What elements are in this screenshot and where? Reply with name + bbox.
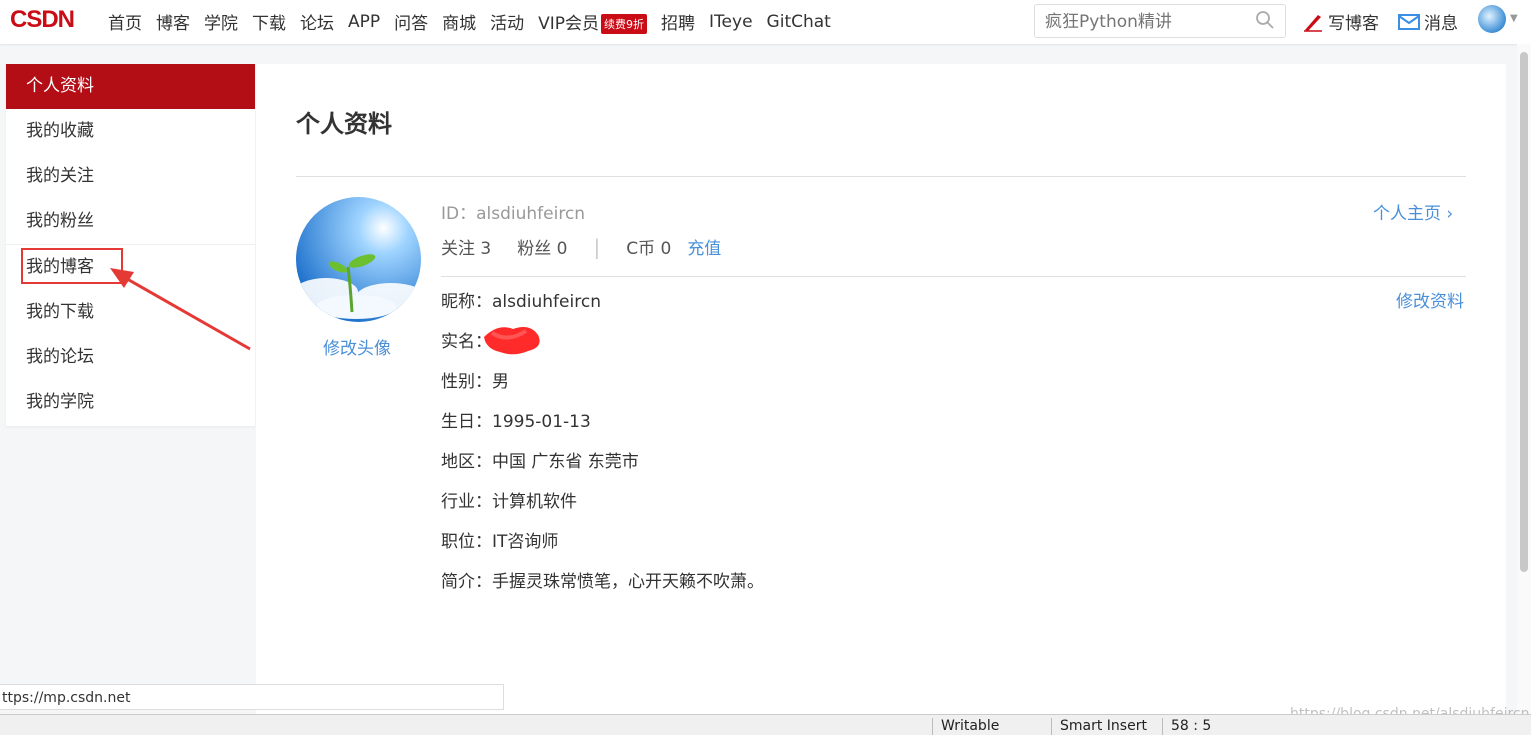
- sidebar-item-following[interactable]: 我的关注: [6, 154, 255, 199]
- editor-status-bar: Writable Smart Insert 58 : 5: [0, 714, 1531, 735]
- user-avatar[interactable]: [1478, 5, 1506, 33]
- chevron-down-icon[interactable]: ▼: [1510, 13, 1518, 24]
- edit-avatar-link[interactable]: 修改头像: [323, 334, 391, 359]
- pen-icon: [1304, 14, 1322, 32]
- personal-homepage-link[interactable]: 个人主页 ›: [1373, 199, 1453, 224]
- nav-item-iteye[interactable]: ITeye: [709, 12, 753, 32]
- title-divider: [296, 176, 1466, 177]
- vip-discount-badge: 续费9折: [601, 14, 648, 34]
- write-blog-button[interactable]: 写博客: [1302, 9, 1379, 34]
- link-status-bar: ttps://mp.csdn.net: [0, 684, 504, 710]
- sidebar-menu: 个人资料 我的收藏 我的关注 我的粉丝 我的博客 我的下载 我的论坛 我的学院: [6, 64, 255, 426]
- recharge-link[interactable]: 充值: [687, 234, 721, 259]
- field-industry: 行业：计算机软件: [441, 492, 577, 512]
- nav-item-vip[interactable]: VIP会员 续费9折: [538, 9, 648, 34]
- messages-label: 消息: [1424, 14, 1458, 34]
- fans-count[interactable]: 粉丝 0: [517, 234, 567, 259]
- sidebar-item-academy[interactable]: 我的学院: [6, 380, 255, 425]
- field-position: 职位：IT咨询师: [441, 532, 559, 552]
- nav-item-jobs[interactable]: 招聘: [661, 9, 695, 34]
- search-input[interactable]: [1043, 7, 1247, 37]
- nav-item-forum[interactable]: 论坛: [300, 9, 334, 34]
- messages-button[interactable]: 消息: [1398, 9, 1458, 34]
- nav-item-vip-label: VIP会员: [538, 14, 600, 34]
- search-box: [1034, 4, 1286, 38]
- field-region: 地区：中国 广东省 东莞市: [441, 452, 639, 472]
- csdn-logo[interactable]: CSDN: [10, 6, 75, 34]
- sidebar-item-favorites[interactable]: 我的收藏: [6, 109, 255, 154]
- user-stats: 关注 3 粉丝 0 | C币 0 充值: [441, 234, 721, 260]
- stats-separator: |: [593, 234, 601, 259]
- nav-item-home[interactable]: 首页: [108, 9, 142, 34]
- page-title: 个人资料: [296, 110, 392, 138]
- coin-count: C币 0: [626, 239, 672, 259]
- status-insert-mode: Smart Insert: [1051, 718, 1147, 735]
- annotation-arrow-icon: [110, 268, 251, 351]
- nav-item-download[interactable]: 下载: [252, 9, 286, 34]
- nav-item-academy[interactable]: 学院: [204, 9, 238, 34]
- edit-profile-link[interactable]: 修改资料: [1396, 287, 1464, 312]
- field-birthday: 生日：1995-01-13: [441, 412, 591, 432]
- chevron-right-icon: ›: [1441, 204, 1454, 224]
- field-bio: 简介：手握灵珠常愤笔，心开天籁不吹萧。: [441, 572, 764, 592]
- nav-item-qa[interactable]: 问答: [394, 9, 428, 34]
- nav-item-app[interactable]: APP: [348, 12, 380, 32]
- personal-homepage-label: 个人主页: [1373, 204, 1441, 224]
- follow-count[interactable]: 关注 3: [441, 234, 491, 259]
- redaction-scribble: [484, 327, 540, 355]
- mail-icon: [1398, 13, 1420, 30]
- nav-item-gitchat[interactable]: GitChat: [767, 12, 831, 32]
- nav-item-mall[interactable]: 商城: [442, 9, 476, 34]
- sidebar-item-profile[interactable]: 个人资料: [6, 64, 255, 109]
- profile-card: 个人资料 修改头像 ID：alsdiuhfeircn 关注 3 粉丝 0 | C…: [256, 64, 1506, 714]
- main-nav: 首页 博客 学院 下载 论坛 APP 问答 商城 活动 VIP会员 续费9折 招聘…: [108, 9, 845, 34]
- nav-item-blog[interactable]: 博客: [156, 9, 190, 34]
- user-id: ID：alsdiuhfeircn: [441, 204, 586, 224]
- scrollbar-thumb[interactable]: [1520, 52, 1528, 572]
- info-divider: [441, 276, 1466, 277]
- top-navbar: CSDN 首页 博客 学院 下载 论坛 APP 问答 商城 活动 VIP会员 续费…: [0, 0, 1531, 44]
- sidebar-item-fans[interactable]: 我的粉丝: [6, 199, 255, 244]
- nav-item-events[interactable]: 活动: [490, 9, 524, 34]
- vertical-scrollbar[interactable]: [1517, 44, 1531, 714]
- write-blog-label: 写博客: [1328, 14, 1379, 34]
- search-icon[interactable]: [1255, 10, 1275, 30]
- field-gender: 性别：男: [441, 372, 509, 392]
- status-cursor-position: 58 : 5: [1162, 718, 1211, 735]
- status-writable: Writable: [932, 718, 999, 735]
- profile-avatar[interactable]: [296, 197, 421, 322]
